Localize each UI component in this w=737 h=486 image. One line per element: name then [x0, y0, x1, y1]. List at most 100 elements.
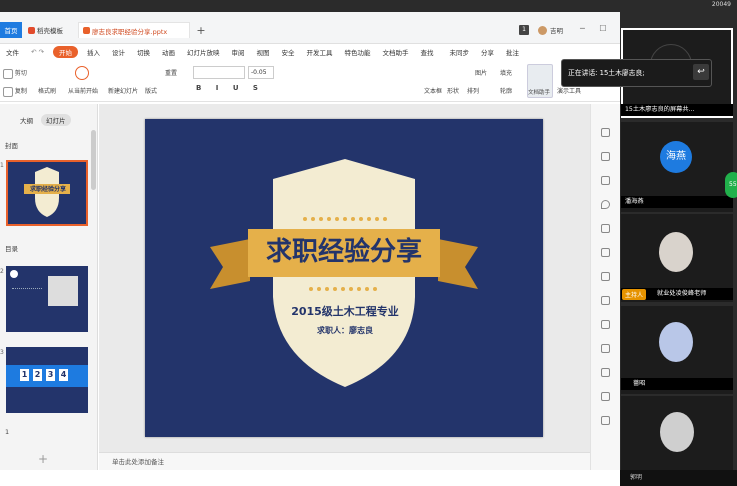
textbox-button[interactable]: 文本框 [424, 86, 442, 95]
slide-number: 3 [0, 349, 4, 356]
slide-title[interactable]: 求职经验分享 [248, 232, 440, 272]
menu-view[interactable]: 视图 [250, 47, 275, 57]
section-cover[interactable]: 封面 [5, 140, 18, 150]
picture-button[interactable]: 图片 [475, 68, 487, 77]
outline-button[interactable]: 轮廓 [500, 86, 512, 95]
menu-insert[interactable]: 插入 [81, 47, 106, 57]
system-strip: 20049 [0, 0, 737, 12]
menu-file[interactable]: 文件 [0, 47, 25, 57]
layers-icon[interactable] [601, 416, 610, 425]
thumb-shield [24, 167, 70, 217]
copy-icon [3, 86, 13, 97]
new-slide-button[interactable]: 新建幻灯片 [108, 86, 138, 95]
participant-name: 15土木廖志良的屏幕共... [621, 104, 733, 116]
font-size-select[interactable]: -0.05 [248, 66, 274, 79]
digit-row: 1 2 3 4 [20, 369, 68, 381]
star-icon[interactable] [601, 248, 610, 257]
clock-text: 20049 [711, 1, 731, 8]
current-slide[interactable]: 求职经验分享 2015级土木工程专业 求职人：廖志良 [145, 119, 543, 437]
tab-slides[interactable]: 幻灯片 [41, 114, 71, 126]
panel-scrollbar[interactable] [91, 130, 96, 190]
chart-icon[interactable] [601, 272, 610, 281]
menu-animation[interactable]: 动画 [156, 47, 181, 57]
menu-comment[interactable]: 批注 [500, 47, 525, 57]
section-toc[interactable]: 目录 [5, 243, 18, 253]
avatar: 海燕 [660, 141, 692, 173]
format-painter-button[interactable]: 格式刷 [38, 86, 56, 95]
section-1[interactable]: 1 [5, 428, 9, 436]
back-icon[interactable]: ↩ [693, 64, 709, 80]
meeting-bottom-bar: 郭明 [620, 470, 737, 486]
slide-thumbnail-2[interactable] [6, 266, 88, 332]
fill-button[interactable]: 填充 [500, 68, 512, 77]
menu-devtools[interactable]: 开发工具 [300, 47, 338, 57]
add-slide-button[interactable]: + [38, 452, 48, 466]
menu-docassist[interactable]: 文档助手 [376, 47, 414, 57]
menu-security[interactable]: 安全 [275, 47, 300, 57]
menu-search[interactable]: 查找 [414, 47, 439, 57]
shape-button[interactable]: 形状 [447, 86, 459, 95]
menu-undo-icons[interactable]: ↶ ↷ [25, 48, 50, 56]
notes-pane[interactable] [99, 452, 590, 470]
participant-name: 潘海燕 [621, 196, 733, 208]
slide-number: 2 [0, 268, 4, 275]
menu-design[interactable]: 设计 [106, 47, 131, 57]
participant-name: 蔷昭 [621, 378, 733, 390]
menu-row: 文件 ↶ ↷ 开始 插入 设计 切换 动画 幻灯片放映 审阅 视图 安全 开发工… [0, 44, 620, 60]
slide-subtitle[interactable]: 2015级土木工程专业 [275, 303, 415, 319]
host-badge: 主持人 [622, 289, 647, 300]
image-icon[interactable] [601, 320, 610, 329]
tab-outline[interactable]: 大纲 [20, 115, 33, 125]
participant-name: 郭明 [630, 474, 643, 481]
status-badge: 55 [725, 172, 737, 198]
layout-button[interactable]: 版式 [145, 86, 157, 95]
avatar [659, 322, 693, 362]
present-tools-button[interactable]: 演示工具 [557, 86, 581, 95]
digit-box: 4 [59, 369, 68, 381]
arrange-button[interactable]: 排列 [467, 86, 479, 95]
tab-template[interactable]: 稻壳模板 [24, 22, 76, 38]
avatar [538, 25, 547, 35]
location-icon[interactable] [601, 200, 610, 209]
settings-icon[interactable] [601, 128, 610, 137]
menu-slideshow[interactable]: 幻灯片放映 [181, 47, 226, 57]
slide-artwork [210, 159, 478, 387]
slide-presenter[interactable]: 求职人：廖志良 [295, 325, 395, 336]
menu-transition[interactable]: 切换 [131, 47, 156, 57]
menu-share[interactable]: 分享 [475, 47, 500, 57]
reset-button[interactable]: 重置 [165, 68, 177, 77]
window-counter[interactable]: 1 [519, 25, 529, 35]
tab-document[interactable]: 廖志良求职经验分享.pptx [78, 22, 190, 38]
new-tab-button[interactable]: + [194, 22, 208, 38]
text-lines [12, 288, 42, 318]
copy-button[interactable]: 复制 [3, 86, 27, 97]
menu-unsynced[interactable]: 未同步 [443, 47, 475, 57]
paint-icon[interactable] [601, 224, 610, 233]
expand-icon[interactable] [601, 176, 610, 185]
slide-thumbnail-1[interactable]: 求职经验分享 [6, 160, 88, 226]
font-family-select[interactable] [193, 66, 245, 79]
menu-start[interactable]: 开始 [52, 46, 78, 58]
user-account[interactable]: 吉明 [538, 25, 563, 35]
list-icon[interactable] [601, 344, 610, 353]
panel-tabs: 大纲 幻灯片 [20, 114, 71, 126]
tab-template-label: 稻壳模板 [37, 27, 63, 35]
table-icon[interactable] [601, 392, 610, 401]
pptx-icon [83, 27, 90, 34]
thumb-title: 求职经验分享 [30, 186, 67, 193]
banner-left-tail [210, 239, 250, 289]
cut-button[interactable]: 剪切 [3, 68, 27, 79]
slide-thumbnail-3[interactable]: 1 2 3 4 [6, 347, 88, 413]
menu-review[interactable]: 审阅 [225, 47, 250, 57]
play-icon[interactable] [75, 66, 89, 80]
notes-placeholder[interactable]: 单击此处添加备注 [112, 456, 164, 466]
digit-box: 1 [20, 369, 29, 381]
menu-features[interactable]: 特色功能 [338, 47, 376, 57]
from-current-button[interactable]: 从当前开始 [68, 86, 98, 95]
doc-icon[interactable] [601, 368, 610, 377]
copy-icon[interactable] [601, 152, 610, 161]
font-style-buttons[interactable]: B I U S [196, 84, 264, 92]
tab-home[interactable]: 首页 [0, 22, 22, 38]
brush-icon[interactable] [601, 296, 610, 305]
doc-assist-label: 文档助手 [528, 90, 551, 96]
